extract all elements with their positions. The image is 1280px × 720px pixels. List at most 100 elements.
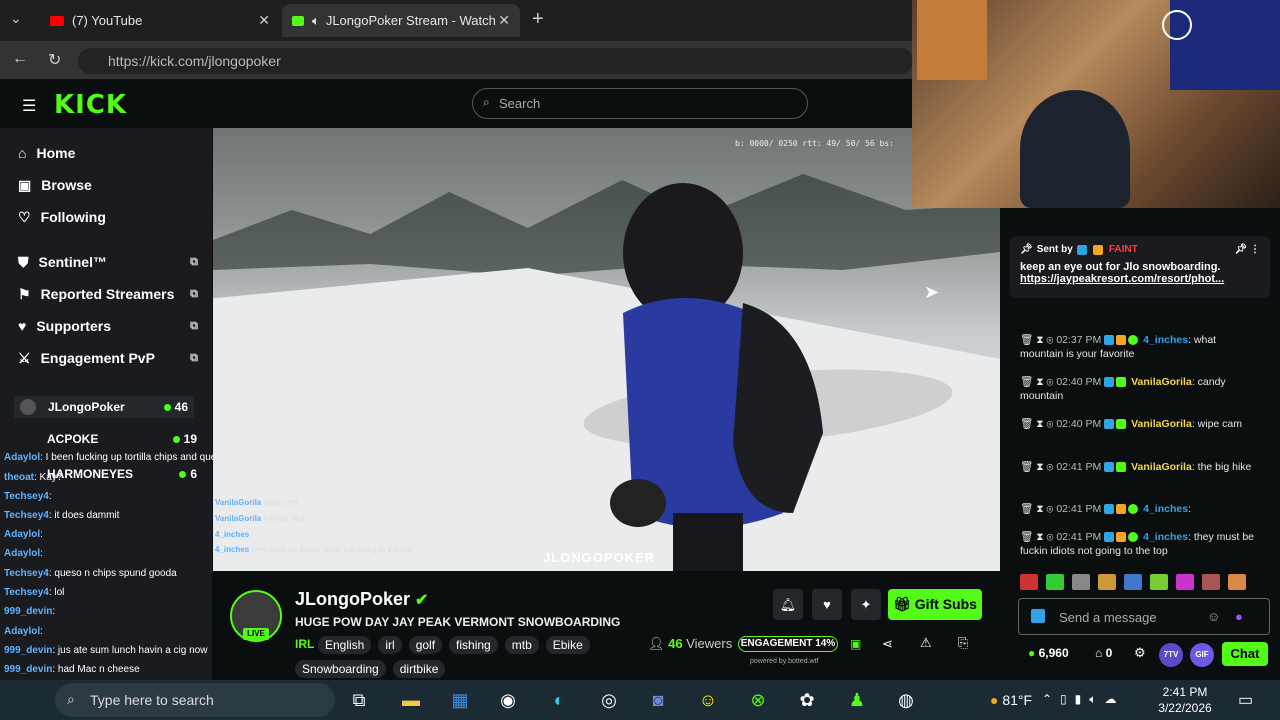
- verified-icon: ✔: [415, 592, 429, 609]
- pinned-text: keep an eye out for Jlo snowboarding.: [1020, 261, 1221, 273]
- taskbar-search[interactable]: ⌕ Type here to search: [55, 683, 335, 717]
- sidebar-item-browse[interactable]: ▣ Browse: [18, 173, 198, 197]
- chat-message: 🗑 ⧗ ⊚ 02:40 PM VanilaGorila: wipe cam: [1020, 418, 1243, 430]
- share-icon[interactable]: ⋖: [882, 636, 893, 652]
- sidebar-item-sentinel[interactable]: ⛊ Sentinel™ ⧉: [18, 250, 198, 274]
- task-view-icon[interactable]: ⧉: [347, 688, 371, 712]
- gift-counter[interactable]: ⌂ 0: [1095, 646, 1112, 660]
- store-icon[interactable]: ▦: [448, 688, 472, 712]
- sidebar-item-engagement-pvp[interactable]: ⚔ Engagement PvP ⧉: [18, 346, 198, 370]
- send-chat-button[interactable]: Chat: [1222, 642, 1268, 666]
- flag-icon: ⚑: [18, 285, 31, 302]
- video-watermark: JLONGOPOKER: [543, 550, 656, 565]
- chat-message: 🗑 ⧗ ⊚ 02:41 PM 4_inches:: [1020, 503, 1191, 515]
- search-placeholder: Search: [499, 96, 541, 111]
- sidebar-item-supporters[interactable]: ♥ Supporters ⧉: [18, 314, 198, 338]
- kick-logo[interactable]: KICK: [54, 90, 127, 120]
- overlay-chat-line: Adaylol:: [4, 626, 43, 637]
- search-icon: ⌕: [67, 691, 75, 707]
- home-icon: ⌂: [18, 145, 27, 161]
- clip-icon[interactable]: ⎘: [958, 635, 968, 651]
- stream-title: HUGE POW DAY JAY PEAK VERMONT SNOWBOARDI…: [295, 615, 621, 629]
- new-tab-icon[interactable]: +: [532, 8, 544, 31]
- snapchat-icon[interactable]: ☺: [696, 688, 720, 712]
- pinned-link[interactable]: https://jaypeakresort.com/resort/phot...: [1020, 273, 1260, 285]
- shield-icon: ⛊: [18, 253, 29, 270]
- sidebar-item-following[interactable]: ♡ Following: [18, 205, 198, 229]
- clock[interactable]: 2:41 PM 3/22/2026: [1150, 684, 1220, 716]
- poster: [917, 0, 987, 80]
- search-input[interactable]: ⌕ Search: [472, 88, 808, 119]
- youtube-icon: [50, 15, 64, 26]
- tag[interactable]: golf: [408, 636, 443, 654]
- app-icon[interactable]: ◍: [894, 688, 918, 712]
- weather[interactable]: ● 81°F: [990, 692, 1032, 708]
- tab-jlongopoker[interactable]: 🔈︎ JLongoPoker Stream - Watch ✕: [282, 4, 520, 37]
- tag[interactable]: fishing: [449, 636, 498, 654]
- tag[interactable]: dirtbike: [392, 660, 446, 678]
- sidebar-item-reported-streamers[interactable]: ⚑ Reported Streamers ⧉: [18, 282, 198, 306]
- external-link-icon: ⧉: [190, 319, 198, 332]
- snowboarder: [610, 183, 823, 571]
- gift-subs-button[interactable]: 🎁︎ Gift Subs: [888, 589, 982, 620]
- tag-row-1: English irl golf fishing mtb Ebike: [318, 636, 590, 654]
- tab-youtube[interactable]: (7) YouTube ✕: [40, 4, 280, 37]
- followed-channel-jlongopoker[interactable]: JLongoPoker 46: [14, 396, 194, 418]
- chat-input[interactable]: Send a message ☺ ●: [1018, 598, 1270, 635]
- crown-badge-icon: [1092, 244, 1103, 255]
- notification-bell-button[interactable]: 🔔︎: [773, 589, 803, 620]
- obs-icon[interactable]: ◎: [597, 688, 621, 712]
- app-icon[interactable]: ✿: [795, 688, 819, 712]
- tag[interactable]: Ebike: [545, 636, 590, 654]
- app-icon[interactable]: ♟: [845, 688, 869, 712]
- pinned-message[interactable]: 📌︎ Sent by FAINT 📌︎ ⋮ keep an eye out fo…: [1010, 236, 1270, 298]
- xbox-icon[interactable]: ⊗: [746, 688, 770, 712]
- sidebar-item-home[interactable]: ⌂ Home: [18, 141, 198, 165]
- settings-icon[interactable]: ⚙: [1134, 645, 1146, 661]
- webcam-logo-icon: [1162, 10, 1192, 40]
- 7tv-button[interactable]: 7TV: [1159, 643, 1183, 667]
- badge-icon: [1076, 244, 1087, 255]
- external-link-icon: ⧉: [190, 255, 198, 268]
- streamer-name[interactable]: JLongoPoker ✔: [295, 589, 428, 610]
- report-icon[interactable]: ⚠: [920, 635, 932, 651]
- follow-heart-button[interactable]: ♥: [812, 589, 842, 620]
- system-tray-icons[interactable]: ⌃▯▮🔈︎☁: [1042, 692, 1124, 707]
- channel-points[interactable]: ● 6,960: [1028, 646, 1069, 660]
- boost-button[interactable]: ✦: [851, 589, 881, 620]
- category-link[interactable]: IRL: [295, 637, 314, 651]
- emote-picker-icon[interactable]: ●: [1235, 609, 1243, 624]
- video-chat-overlay-line: 4_inches they must be fuckin idiots not …: [215, 545, 413, 554]
- viewer-count: 👤︎ 46 Viewers: [648, 636, 733, 651]
- file-explorer-icon[interactable]: ▬: [399, 688, 423, 712]
- reload-icon[interactable]: ↻: [48, 50, 61, 70]
- discord-icon[interactable]: ◙: [646, 688, 670, 712]
- emoji-icon[interactable]: ☺: [1207, 609, 1220, 624]
- tag[interactable]: irl: [378, 636, 402, 654]
- tag[interactable]: mtb: [504, 636, 539, 654]
- speaker-icon[interactable]: 🔈︎: [312, 13, 320, 29]
- overlay-chat-line: 999_devin: had Mac n cheese: [4, 664, 140, 675]
- edge-icon[interactable]: ◐: [547, 688, 571, 712]
- menu-icon[interactable]: ☰: [22, 96, 36, 116]
- close-tab-icon[interactable]: ✕: [498, 12, 510, 29]
- tab-label: (7) YouTube: [72, 13, 143, 28]
- close-tab-icon[interactable]: ✕: [258, 12, 270, 29]
- live-badge: LIVE: [243, 628, 269, 640]
- extension-icon[interactable]: ▣: [850, 637, 861, 651]
- video-player[interactable]: b: 0000/ 0250 rtt: 49/ 50/ 56 bs: Vanila…: [213, 128, 1000, 571]
- badge-icon: [1031, 609, 1045, 623]
- video-chat-overlay-line: VanilaGorila wipe cam: [215, 498, 298, 507]
- steam-icon[interactable]: ◉: [496, 688, 520, 712]
- notifications-icon[interactable]: ▭: [1238, 690, 1253, 710]
- url-field[interactable]: https://kick.com/jlongopoker: [78, 48, 913, 74]
- gif-button[interactable]: GIF: [1190, 643, 1214, 667]
- followed-channel-acpoke[interactable]: ACPOKE 19: [47, 430, 197, 448]
- emote-bar[interactable]: [1020, 574, 1260, 592]
- tag[interactable]: English: [318, 636, 372, 654]
- tag[interactable]: Snowboarding: [295, 660, 386, 678]
- unpin-icon[interactable]: 📌︎ ⋮: [1235, 244, 1260, 255]
- back-icon[interactable]: ←: [12, 50, 28, 68]
- heart-icon: ♡: [18, 208, 31, 225]
- tab-list-chevron-icon[interactable]: ⌄: [10, 10, 22, 27]
